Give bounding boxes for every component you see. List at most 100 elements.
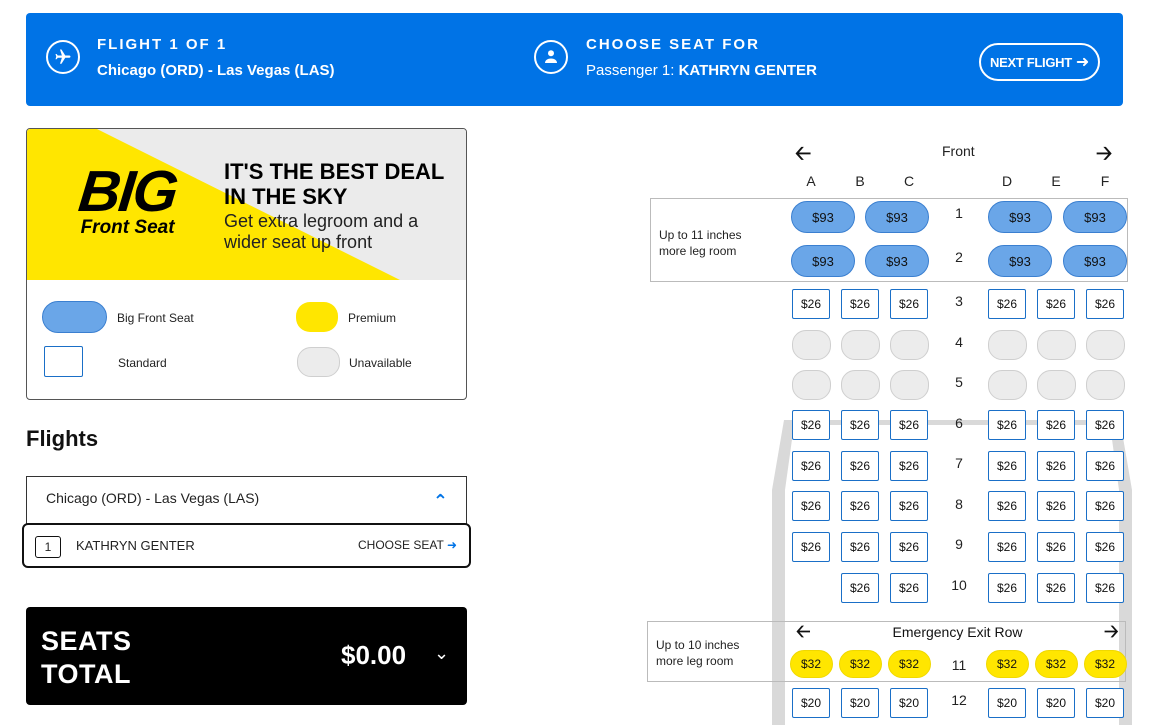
seat-6c[interactable]: $26 (890, 410, 928, 440)
seat-11f[interactable]: $32 (1083, 650, 1127, 678)
choose-seat-link[interactable]: CHOOSE SEAT ➜ (358, 538, 457, 552)
chevron-up-icon[interactable]: ⌃ (433, 491, 448, 512)
choose-seat-kicker: CHOOSE SEAT FOR (586, 36, 760, 53)
next-flight-button[interactable]: NEXT FLIGHT ➜ (979, 43, 1100, 81)
seat-8c[interactable]: $26 (890, 491, 928, 521)
seat-4b (840, 330, 880, 360)
seat-column-label-b: B (855, 173, 865, 189)
seat-7e[interactable]: $26 (1037, 451, 1075, 481)
seats-total-label-line2: TOTAL (41, 659, 131, 689)
seat-6a[interactable]: $26 (792, 410, 830, 440)
seat-7a[interactable]: $26 (792, 451, 830, 481)
seat-6d[interactable]: $26 (988, 410, 1026, 440)
seat-column-label-c: C (903, 173, 915, 189)
legend-premium-label: Premium (348, 311, 397, 325)
seat-11a[interactable]: $32 (789, 650, 833, 678)
seat-5b (840, 370, 880, 400)
legend-big-seat-label: Big Front Seat (117, 311, 194, 325)
flights-heading: Flights (26, 426, 99, 451)
seat-12a[interactable]: $20 (792, 688, 830, 718)
seat-7c[interactable]: $26 (890, 451, 928, 481)
seat-1a[interactable]: $93 (791, 201, 855, 233)
seat-8f[interactable]: $26 (1086, 491, 1124, 521)
seat-3c[interactable]: $26 (890, 289, 928, 319)
seat-8e[interactable]: $26 (1037, 491, 1075, 521)
flight-accordion-header[interactable]: Chicago (ORD) - Las Vegas (LAS) ⌃ (26, 476, 467, 526)
seat-10e[interactable]: $26 (1037, 573, 1075, 603)
seat-3b[interactable]: $26 (841, 289, 879, 319)
seat-9d[interactable]: $26 (988, 532, 1026, 562)
seat-5f (1085, 370, 1125, 400)
arrow-right-icon: ➜ (1075, 54, 1090, 71)
seat-4d (987, 330, 1027, 360)
arrow-left-icon[interactable]: 🡠 (795, 139, 811, 173)
flight-header-banner: FLIGHT 1 OF 1 Chicago (ORD) - Las Vegas … (26, 13, 1123, 106)
seat-5e (1036, 370, 1076, 400)
seat-4f (1085, 330, 1125, 360)
next-flight-label: NEXT FLIGHT (989, 54, 1072, 70)
seat-3e[interactable]: $26 (1037, 289, 1075, 319)
seat-column-label-d: D (1001, 173, 1013, 189)
seat-4e (1036, 330, 1076, 360)
legend-standard-swatch (44, 346, 83, 377)
passenger-row[interactable]: 1 KATHRYN GENTER CHOOSE SEAT ➜ (22, 523, 471, 568)
seat-7b[interactable]: $26 (841, 451, 879, 481)
seat-11d[interactable]: $32 (985, 650, 1029, 678)
passenger-number-badge: 1 (35, 536, 61, 558)
seat-6f[interactable]: $26 (1086, 410, 1124, 440)
seat-2a[interactable]: $93 (791, 245, 855, 277)
seat-1f[interactable]: $93 (1063, 201, 1127, 233)
row-number-10: 10 (951, 577, 967, 593)
chevron-down-icon[interactable]: ⌄ (434, 643, 449, 664)
seat-3f[interactable]: $26 (1086, 289, 1124, 319)
seat-2c[interactable]: $93 (865, 245, 929, 277)
seat-6e[interactable]: $26 (1037, 410, 1075, 440)
seat-11b[interactable]: $32 (838, 650, 882, 678)
seat-10f[interactable]: $26 (1086, 573, 1124, 603)
seat-12b[interactable]: $20 (841, 688, 879, 718)
seat-9e[interactable]: $26 (1037, 532, 1075, 562)
row-number-7: 7 (955, 455, 963, 471)
seat-9f[interactable]: $26 (1086, 532, 1124, 562)
seat-3d[interactable]: $26 (988, 289, 1026, 319)
big-front-seat-promo: BIG Front Seat IT'S THE BEST DEAL IN THE… (26, 128, 467, 400)
legend-big-seat-swatch (42, 301, 107, 333)
seat-2d[interactable]: $93 (988, 245, 1052, 277)
seat-8a[interactable]: $26 (792, 491, 830, 521)
seat-11c[interactable]: $32 (887, 650, 931, 678)
seat-column-label-f: F (1100, 173, 1110, 189)
arrow-right-icon[interactable]: 🡢 (1096, 139, 1112, 173)
seat-1c[interactable]: $93 (865, 201, 929, 233)
seat-12f[interactable]: $20 (1086, 688, 1124, 718)
seat-3a[interactable]: $26 (792, 289, 830, 319)
logo-big-text: BIG (75, 159, 180, 224)
flight-route: Chicago (ORD) - Las Vegas (LAS) (97, 62, 335, 79)
seat-2f[interactable]: $93 (1063, 245, 1127, 277)
row-number-11: 11 (951, 657, 967, 673)
seat-8b[interactable]: $26 (841, 491, 879, 521)
seat-10b[interactable]: $26 (841, 573, 879, 603)
seat-9b[interactable]: $26 (841, 532, 879, 562)
legend-standard-label: Standard (118, 356, 167, 370)
seat-7d[interactable]: $26 (988, 451, 1026, 481)
seat-10d[interactable]: $26 (988, 573, 1026, 603)
seat-12c[interactable]: $20 (890, 688, 928, 718)
row-number-1: 1 (955, 205, 963, 221)
flight-accordion-route: Chicago (ORD) - Las Vegas (LAS) (46, 490, 260, 506)
seats-total-label: SEATS TOTAL (41, 625, 132, 691)
seat-12e[interactable]: $20 (1037, 688, 1075, 718)
exit-row-legroom-label: Up to 10 inches more leg room (656, 638, 740, 668)
seat-9a[interactable]: $26 (792, 532, 830, 562)
seat-11e[interactable]: $32 (1034, 650, 1078, 678)
seat-5c (889, 370, 929, 400)
seat-10c[interactable]: $26 (890, 573, 928, 603)
seat-9c[interactable]: $26 (890, 532, 928, 562)
seat-1d[interactable]: $93 (988, 201, 1052, 233)
seats-total-panel[interactable]: SEATS TOTAL $0.00 ⌄ (26, 607, 467, 705)
seat-6b[interactable]: $26 (841, 410, 879, 440)
seat-8d[interactable]: $26 (988, 491, 1026, 521)
person-icon (534, 40, 568, 74)
seat-7f[interactable]: $26 (1086, 451, 1124, 481)
seat-12d[interactable]: $20 (988, 688, 1026, 718)
seats-total-amount: $0.00 (341, 640, 407, 670)
